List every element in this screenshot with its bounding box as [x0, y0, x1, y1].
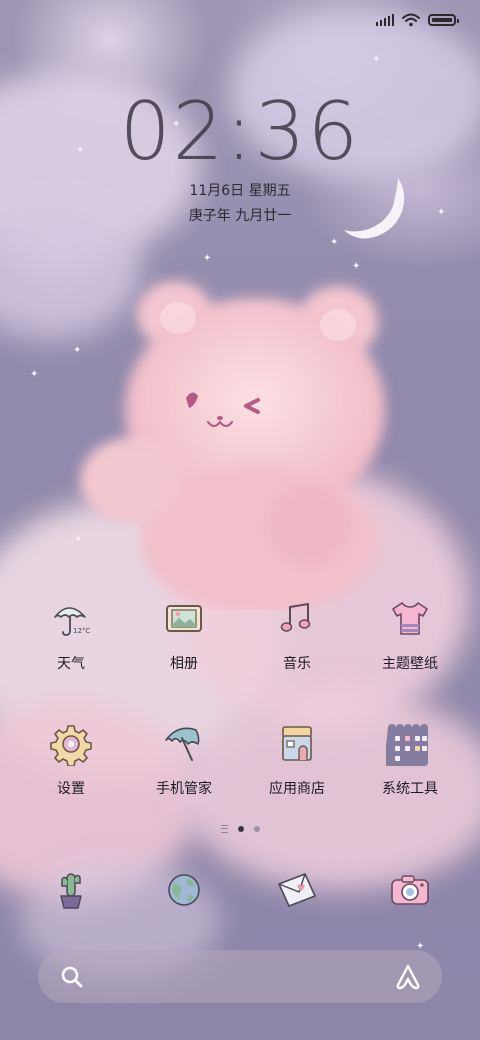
date-text: 11月6日 星期五 [189, 183, 291, 199]
camera-icon [391, 875, 429, 905]
settings-gear-icon [47, 720, 95, 768]
app-label: 相册 [170, 656, 198, 672]
star: ✦ [203, 253, 212, 264]
app-label: 音乐 [283, 656, 311, 672]
page-dot[interactable] [253, 826, 260, 832]
theme-tshirt-icon [386, 595, 434, 643]
music-note-icon [273, 595, 321, 643]
signal-icon [376, 14, 394, 26]
messages-envelope-icon [278, 873, 316, 907]
assistant-icon[interactable] [394, 963, 422, 991]
weather-umbrella-icon: 12°C [47, 595, 95, 643]
search-icon[interactable] [60, 965, 84, 989]
app-label: 系统工具 [382, 781, 438, 797]
page-dot-active[interactable] [237, 826, 244, 832]
battery-icon [428, 14, 459, 26]
app-settings[interactable]: 设置 [11, 720, 131, 798]
star: ✦ [30, 369, 39, 380]
dock-browser[interactable] [160, 866, 208, 914]
app-label: 天气 [57, 656, 85, 672]
weather-temp: 12°C [73, 627, 90, 635]
app-security[interactable]: 手机管家 [124, 720, 244, 798]
app-label: 主题壁纸 [382, 656, 438, 672]
star: ✦ [330, 237, 339, 248]
lunar-date-text: 庚子年 九月廿一 [188, 208, 292, 224]
security-umbrella-icon [160, 720, 208, 768]
dock-phone[interactable] [47, 866, 95, 914]
app-label: 手机管家 [156, 781, 212, 797]
app-label: 设置 [57, 781, 85, 797]
lock-clock: 02:36 [119, 85, 361, 178]
minus-one-screen-indicator[interactable] [220, 825, 228, 833]
gallery-icon [160, 595, 208, 643]
phone-cactus-icon [60, 873, 82, 909]
page-indicator[interactable] [0, 825, 480, 833]
app-themes[interactable]: 主题壁纸 [350, 595, 470, 673]
dock-messages[interactable] [273, 866, 321, 914]
app-store[interactable]: 应用商店 [237, 720, 357, 798]
search-bar[interactable] [38, 950, 442, 1003]
app-system-tools[interactable]: 系统工具 [350, 720, 470, 798]
app-label: 应用商店 [269, 781, 325, 797]
teddy-bear-illustration [80, 281, 385, 610]
app-music[interactable]: 音乐 [237, 595, 357, 673]
app-store-house-icon [273, 720, 321, 768]
star: ✦ [372, 54, 381, 65]
system-tools-folder-icon [386, 720, 434, 768]
app-gallery[interactable]: 相册 [124, 595, 244, 673]
status-bar [376, 10, 459, 30]
app-weather[interactable]: 12°C 天气 [11, 595, 131, 673]
browser-globe-icon [168, 874, 200, 906]
wifi-icon [402, 13, 420, 27]
dock-camera[interactable] [386, 866, 434, 914]
